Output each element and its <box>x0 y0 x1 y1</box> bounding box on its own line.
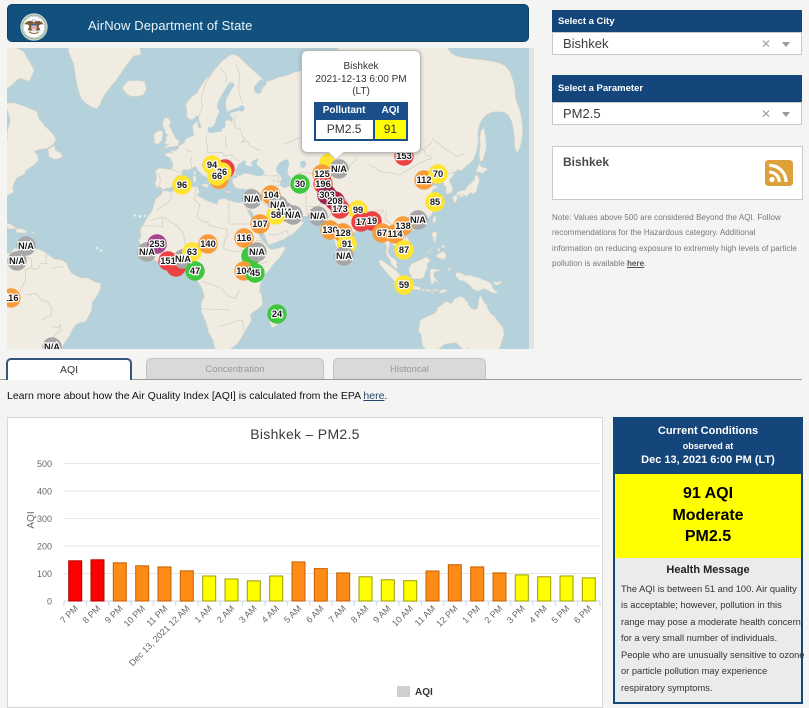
svg-text:0: 0 <box>47 597 52 607</box>
svg-text:107: 107 <box>252 219 268 229</box>
svg-text:196: 196 <box>315 179 331 189</box>
svg-text:114: 114 <box>388 229 404 239</box>
svg-text:10 AM: 10 AM <box>390 603 415 628</box>
svg-text:94: 94 <box>207 160 218 170</box>
svg-text:N/A: N/A <box>331 164 347 174</box>
svg-text:125: 125 <box>314 169 330 179</box>
svg-text:66: 66 <box>212 171 222 181</box>
svg-text:112: 112 <box>417 175 432 185</box>
svg-text:30: 30 <box>295 179 305 189</box>
svg-text:8 AM: 8 AM <box>349 603 371 625</box>
svg-text:96: 96 <box>177 180 187 190</box>
svg-text:17: 17 <box>356 217 366 227</box>
svg-text:47: 47 <box>190 266 200 276</box>
svg-text:5 PM: 5 PM <box>549 603 571 625</box>
svg-text:N/A: N/A <box>18 241 34 251</box>
svg-text:N/A: N/A <box>410 215 426 225</box>
svg-text:87: 87 <box>399 245 409 255</box>
svg-text:12 PM: 12 PM <box>434 603 459 628</box>
svg-text:3 PM: 3 PM <box>505 603 527 625</box>
svg-text:200: 200 <box>37 542 52 552</box>
svg-text:140: 140 <box>200 239 216 249</box>
svg-text:11 AM: 11 AM <box>413 603 438 628</box>
svg-text:100: 100 <box>37 569 52 579</box>
svg-text:N/A: N/A <box>249 247 265 257</box>
svg-text:104: 104 <box>263 190 279 200</box>
svg-text:5 AM: 5 AM <box>282 603 304 625</box>
svg-text:70: 70 <box>433 169 443 179</box>
svg-text:1 AM: 1 AM <box>193 603 215 625</box>
svg-text:N/A: N/A <box>336 251 352 261</box>
svg-text:N/A: N/A <box>44 342 60 349</box>
svg-text:58: 58 <box>271 210 281 220</box>
svg-text:173: 173 <box>332 204 348 214</box>
svg-text:N/A: N/A <box>244 194 260 204</box>
svg-text:8 PM: 8 PM <box>80 603 102 625</box>
svg-text:AQI: AQI <box>26 511 37 528</box>
svg-text:99: 99 <box>353 205 363 215</box>
svg-text:N/A: N/A <box>9 256 25 266</box>
svg-text:7 AM: 7 AM <box>327 603 349 625</box>
svg-text:300: 300 <box>37 514 52 524</box>
svg-text:1 PM: 1 PM <box>460 603 482 625</box>
svg-text:151: 151 <box>160 256 176 266</box>
svg-text:2 PM: 2 PM <box>482 603 504 625</box>
svg-text:N/A: N/A <box>310 211 326 221</box>
svg-text:500: 500 <box>37 459 52 469</box>
svg-text:10 PM: 10 PM <box>122 603 147 628</box>
svg-text:116: 116 <box>237 233 252 243</box>
svg-text:N/A: N/A <box>285 210 301 220</box>
svg-text:45: 45 <box>250 268 260 278</box>
svg-text:253: 253 <box>149 239 165 249</box>
svg-text:128: 128 <box>335 228 351 238</box>
svg-text:24: 24 <box>272 309 283 319</box>
svg-text:4 PM: 4 PM <box>527 603 549 625</box>
svg-text:67: 67 <box>377 228 387 238</box>
svg-text:59: 59 <box>399 280 409 290</box>
svg-text:7 PM: 7 PM <box>58 603 80 625</box>
svg-text:116: 116 <box>7 293 19 303</box>
svg-text:6 AM: 6 AM <box>304 603 326 625</box>
svg-text:400: 400 <box>37 487 52 497</box>
svg-text:3 AM: 3 AM <box>237 603 259 625</box>
svg-text:63: 63 <box>187 247 197 257</box>
svg-text:19: 19 <box>367 216 377 226</box>
svg-text:6 PM: 6 PM <box>572 603 594 625</box>
svg-text:85: 85 <box>430 197 440 207</box>
svg-text:2 AM: 2 AM <box>215 603 237 625</box>
svg-text:4 AM: 4 AM <box>260 603 282 625</box>
svg-text:91: 91 <box>342 239 352 249</box>
